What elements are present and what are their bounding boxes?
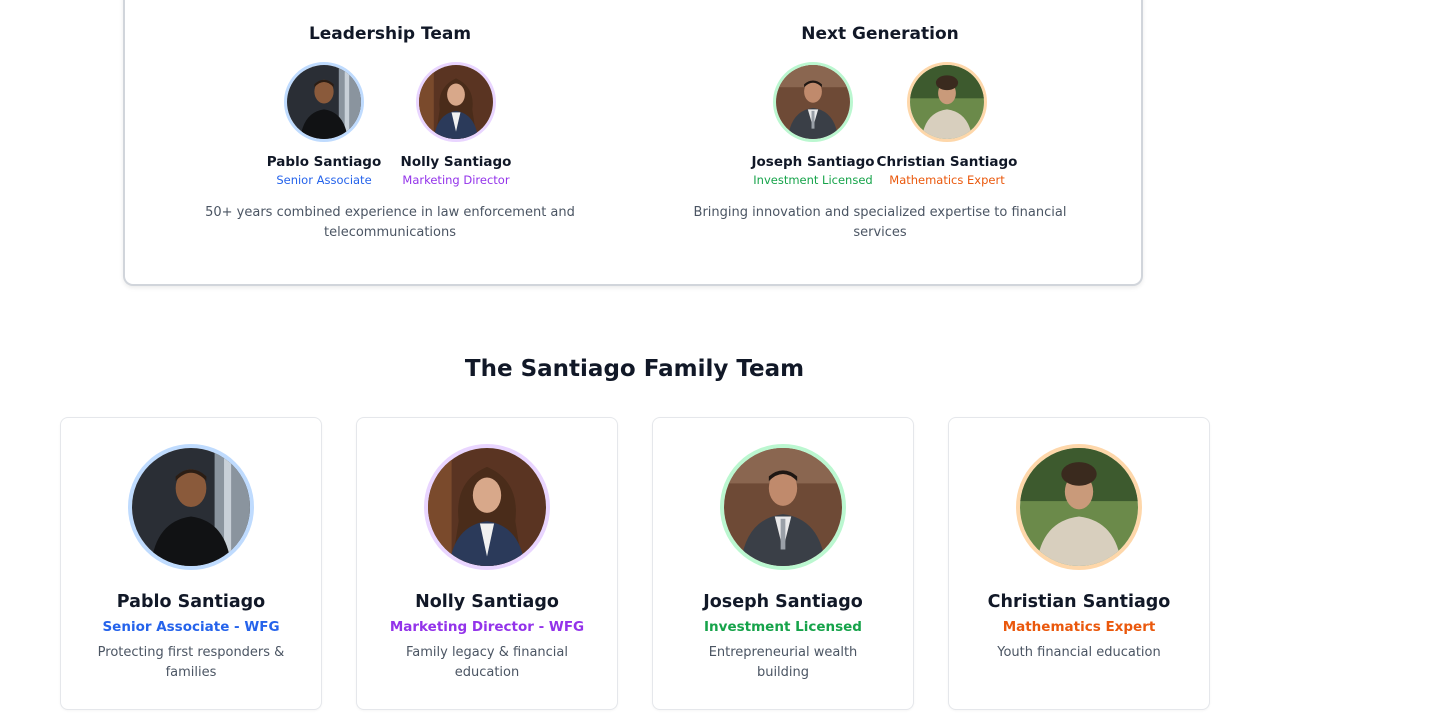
card-role: Marketing Director - WFG — [389, 619, 585, 635]
avatar — [1016, 444, 1142, 570]
card-role: Senior Associate - WFG — [102, 619, 280, 635]
member-name: Christian Santiago — [876, 154, 1018, 170]
member-role: Marketing Director — [402, 173, 510, 187]
next-generation-title: Next Generation — [801, 24, 959, 44]
leadership-description: 50+ years combined experience in law enf… — [205, 205, 575, 240]
card-name: Pablo Santiago — [116, 592, 266, 612]
leadership-member-pablo: Pablo Santiago Senior Associate — [266, 62, 382, 187]
team-card-christian: Christian Santiago Mathematics Expert Yo… — [948, 417, 1210, 710]
card-description: Youth financial education — [997, 645, 1161, 660]
team-overview-panel: Leadership Team Pablo Santiago Senior As… — [123, 0, 1143, 286]
avatar — [416, 62, 496, 142]
leadership-team-title: Leadership Team — [308, 24, 472, 44]
member-name: Pablo Santiago — [266, 154, 382, 170]
member-role: Mathematics Expert — [889, 173, 1005, 187]
avatar — [773, 62, 853, 142]
card-name: Christian Santiago — [987, 592, 1171, 612]
card-name: Nolly Santiago — [415, 592, 559, 612]
card-description: Family legacy & financial education — [405, 645, 568, 680]
member-role: Investment Licensed — [753, 173, 873, 187]
card-role: Investment Licensed — [704, 619, 862, 635]
card-name: Joseph Santiago — [703, 592, 863, 612]
avatar — [907, 62, 987, 142]
avatar — [128, 444, 254, 570]
leadership-team-group: Leadership Team Pablo Santiago Senior As… — [190, 22, 590, 243]
card-description: Entrepreneurial wealth building — [708, 645, 858, 680]
leadership-member-nolly: Nolly Santiago Marketing Director — [401, 62, 511, 187]
avatar — [720, 444, 846, 570]
card-description: Protecting first responders & families — [97, 645, 285, 680]
card-role: Mathematics Expert — [1002, 619, 1156, 635]
next-generation-description: Bringing innovation and specialized expe… — [693, 205, 1067, 240]
avatar — [424, 444, 550, 570]
next-generation-group: Next Generation Joseph Santiago Investme… — [670, 22, 1090, 243]
next-gen-member-christian: Christian Santiago Mathematics Expert — [877, 62, 1017, 187]
member-role: Senior Associate — [276, 173, 372, 187]
avatar — [284, 62, 364, 142]
team-card-joseph: Joseph Santiago Investment Licensed Entr… — [652, 417, 914, 710]
member-name: Joseph Santiago — [751, 154, 875, 170]
next-gen-member-joseph: Joseph Santiago Investment Licensed — [751, 62, 875, 187]
team-card-pablo: Pablo Santiago Senior Associate - WFG Pr… — [60, 417, 322, 710]
member-name: Nolly Santiago — [400, 154, 512, 170]
team-card-nolly: Nolly Santiago Marketing Director - WFG … — [356, 417, 618, 710]
family-team-title: The Santiago Family Team — [464, 356, 805, 382]
